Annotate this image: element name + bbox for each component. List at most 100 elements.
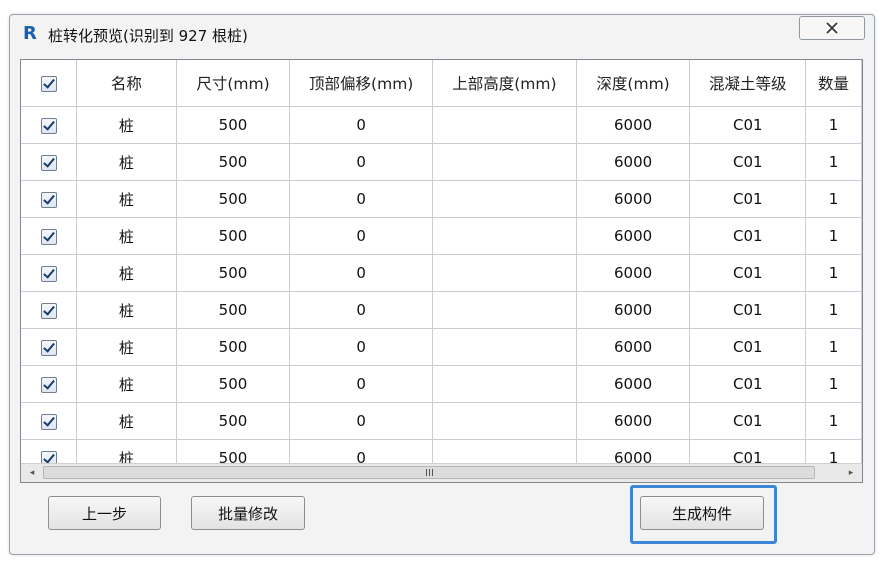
table-row[interactable]: 桩 500 0 6000 C01 1	[21, 328, 862, 366]
cell-top-offset[interactable]: 0	[289, 365, 434, 403]
cell-upper-height[interactable]	[432, 328, 577, 366]
cell-depth[interactable]: 6000	[575, 217, 691, 255]
cell-concrete-grade[interactable]: C01	[689, 180, 807, 218]
cell-upper-height[interactable]	[432, 106, 577, 144]
cell-name[interactable]: 桩	[76, 217, 177, 255]
generate-components-button[interactable]: 生成构件	[640, 496, 764, 530]
cell-depth[interactable]: 6000	[575, 402, 691, 440]
cell-upper-height[interactable]	[432, 365, 577, 403]
header-concrete-grade[interactable]: 混凝土等级	[689, 60, 807, 107]
cell-quantity[interactable]: 1	[805, 254, 862, 292]
cell-top-offset[interactable]: 0	[289, 254, 434, 292]
header-upper-height[interactable]: 上部高度(mm)	[432, 60, 577, 107]
cell-concrete-grade[interactable]: C01	[689, 106, 807, 144]
cell-concrete-grade[interactable]: C01	[689, 402, 807, 440]
cell-quantity[interactable]: 1	[805, 180, 862, 218]
cell-top-offset[interactable]: 0	[289, 328, 434, 366]
cell-quantity[interactable]: 1	[805, 217, 862, 255]
cell-upper-height[interactable]	[432, 143, 577, 181]
row-checkbox[interactable]	[40, 191, 57, 208]
row-checkbox[interactable]	[40, 117, 57, 134]
scroll-left-arrow-icon[interactable]: ◂	[23, 464, 41, 482]
row-select-cell[interactable]	[21, 402, 78, 440]
cell-quantity[interactable]: 1	[805, 328, 862, 366]
cell-size[interactable]: 500	[175, 143, 291, 181]
header-name[interactable]: 名称	[76, 60, 177, 107]
cell-upper-height[interactable]	[432, 180, 577, 218]
row-checkbox[interactable]	[40, 265, 57, 282]
cell-size[interactable]: 500	[175, 217, 291, 255]
table-row[interactable]: 桩 500 0 6000 C01 1	[21, 365, 862, 403]
cell-concrete-grade[interactable]: C01	[689, 217, 807, 255]
cell-depth[interactable]: 6000	[575, 254, 691, 292]
cell-upper-height[interactable]	[432, 402, 577, 440]
cell-size[interactable]: 500	[175, 402, 291, 440]
cell-upper-height[interactable]	[432, 291, 577, 329]
row-checkbox[interactable]	[40, 413, 57, 430]
table-row[interactable]: 桩 500 0 6000 C01 1	[21, 106, 862, 144]
cell-size[interactable]: 500	[175, 180, 291, 218]
cell-name[interactable]: 桩	[76, 291, 177, 329]
cell-depth[interactable]: 6000	[575, 106, 691, 144]
batch-edit-button[interactable]: 批量修改	[191, 496, 305, 530]
row-select-cell[interactable]	[21, 254, 78, 292]
close-button[interactable]	[799, 16, 865, 40]
row-select-cell[interactable]	[21, 143, 78, 181]
horizontal-scrollbar[interactable]: ◂ ▸	[21, 463, 862, 482]
row-select-cell[interactable]	[21, 365, 78, 403]
cell-depth[interactable]: 6000	[575, 365, 691, 403]
row-checkbox[interactable]	[40, 302, 57, 319]
cell-concrete-grade[interactable]: C01	[689, 365, 807, 403]
cell-depth[interactable]: 6000	[575, 291, 691, 329]
table-row[interactable]: 桩 500 0 6000 C01 1	[21, 180, 862, 218]
cell-quantity[interactable]: 1	[805, 402, 862, 440]
cell-top-offset[interactable]: 0	[289, 402, 434, 440]
cell-upper-height[interactable]	[432, 217, 577, 255]
header-quantity[interactable]: 数量	[805, 60, 862, 107]
cell-top-offset[interactable]: 0	[289, 217, 434, 255]
scroll-right-arrow-icon[interactable]: ▸	[842, 464, 860, 482]
cell-size[interactable]: 500	[175, 106, 291, 144]
cell-name[interactable]: 桩	[76, 254, 177, 292]
back-button[interactable]: 上一步	[48, 496, 161, 530]
cell-size[interactable]: 500	[175, 328, 291, 366]
table-row[interactable]: 桩 500 0 6000 C01 1	[21, 291, 862, 329]
cell-top-offset[interactable]: 0	[289, 180, 434, 218]
row-checkbox[interactable]	[40, 339, 57, 356]
cell-quantity[interactable]: 1	[805, 365, 862, 403]
cell-size[interactable]: 500	[175, 254, 291, 292]
cell-quantity[interactable]: 1	[805, 106, 862, 144]
header-size[interactable]: 尺寸(mm)	[175, 60, 291, 107]
cell-name[interactable]: 桩	[76, 402, 177, 440]
cell-top-offset[interactable]: 0	[289, 291, 434, 329]
header-select-all[interactable]	[21, 60, 78, 107]
row-select-cell[interactable]	[21, 291, 78, 329]
row-select-cell[interactable]	[21, 217, 78, 255]
cell-concrete-grade[interactable]: C01	[689, 328, 807, 366]
row-select-cell[interactable]	[21, 106, 78, 144]
row-checkbox[interactable]	[40, 154, 57, 171]
cell-name[interactable]: 桩	[76, 365, 177, 403]
row-select-cell[interactable]	[21, 180, 78, 218]
cell-top-offset[interactable]: 0	[289, 106, 434, 144]
table-row[interactable]: 桩 500 0 6000 C01 1	[21, 254, 862, 292]
cell-quantity[interactable]: 1	[805, 291, 862, 329]
cell-name[interactable]: 桩	[76, 328, 177, 366]
table-row[interactable]: 桩 500 0 6000 C01 1	[21, 217, 862, 255]
table-row[interactable]: 桩 500 0 6000 C01 1	[21, 143, 862, 181]
row-select-cell[interactable]	[21, 328, 78, 366]
header-depth[interactable]: 深度(mm)	[575, 60, 691, 107]
cell-depth[interactable]: 6000	[575, 328, 691, 366]
row-checkbox[interactable]	[40, 376, 57, 393]
cell-name[interactable]: 桩	[76, 106, 177, 144]
cell-name[interactable]: 桩	[76, 143, 177, 181]
cell-depth[interactable]: 6000	[575, 143, 691, 181]
cell-top-offset[interactable]: 0	[289, 143, 434, 181]
cell-concrete-grade[interactable]: C01	[689, 143, 807, 181]
row-checkbox[interactable]	[40, 228, 57, 245]
cell-size[interactable]: 500	[175, 365, 291, 403]
header-top-offset[interactable]: 顶部偏移(mm)	[289, 60, 434, 107]
cell-concrete-grade[interactable]: C01	[689, 254, 807, 292]
cell-depth[interactable]: 6000	[575, 180, 691, 218]
cell-upper-height[interactable]	[432, 254, 577, 292]
